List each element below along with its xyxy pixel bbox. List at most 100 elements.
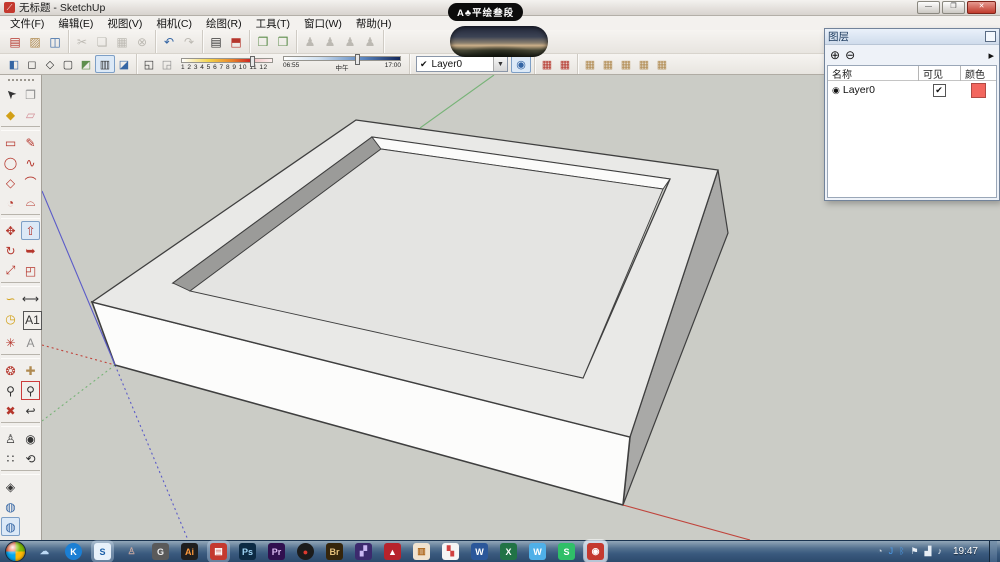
circle-tool[interactable]: ◯ xyxy=(1,153,20,172)
section-plane-tool[interactable]: ⟲ xyxy=(21,449,40,468)
previous-view-tool[interactable]: ↩ xyxy=(21,401,40,420)
zoom-tool[interactable]: ⚲ xyxy=(1,381,20,400)
wireframe-style-button[interactable]: ◇ xyxy=(41,56,59,72)
open-button[interactable]: ▨ xyxy=(25,33,45,51)
menu-help[interactable]: 帮助(H) xyxy=(349,16,399,31)
arc-tool[interactable]: ⌒ xyxy=(21,173,40,192)
taskbar-app-wps[interactable]: W xyxy=(529,543,546,560)
walk-tool[interactable]: ∷ xyxy=(1,449,20,468)
taskbar-app-sogou[interactable]: S xyxy=(94,543,111,560)
taskbar-app-sketchup[interactable]: ◉ xyxy=(587,543,604,560)
scale-tool[interactable]: ⤢ xyxy=(1,261,20,280)
taskbar-app-recorder[interactable]: ● xyxy=(297,543,314,560)
new-button[interactable]: ▤ xyxy=(5,33,25,51)
arc2-tool[interactable]: ⌓ xyxy=(21,193,40,212)
taskbar-app-photoshop[interactable]: Ps xyxy=(239,543,256,560)
shadow-time-slider-handle[interactable] xyxy=(355,54,360,65)
shaded-style-button[interactable]: ◩ xyxy=(77,56,95,72)
layers-panel-close-button[interactable] xyxy=(985,31,996,42)
dimension-tool[interactable]: ⟷ xyxy=(21,289,40,308)
freehand-tool[interactable]: ∿ xyxy=(21,153,40,172)
get-models-button[interactable]: ❒ xyxy=(253,33,273,51)
delete-button[interactable]: ⊗ xyxy=(132,33,152,51)
shadow-toggle-button[interactable]: ◲ xyxy=(158,56,176,72)
from-scratch-button[interactable]: ▦ xyxy=(556,56,574,72)
taskbar-app-acrobat[interactable]: ▲ xyxy=(384,543,401,560)
tray-volume-icon[interactable]: ♪ xyxy=(937,547,942,556)
orbit-view-button[interactable]: ◍ xyxy=(1,497,20,516)
3d-warehouse-button[interactable]: ⬒ xyxy=(226,33,246,51)
close-button[interactable]: ✕ xyxy=(967,1,996,14)
copy-button[interactable]: ❏ xyxy=(92,33,112,51)
xray-style-button[interactable]: ◧ xyxy=(5,56,23,72)
protractor-tool[interactable]: ◷ xyxy=(1,309,20,328)
taskbar-app-sketchup-doc[interactable]: ▤ xyxy=(210,543,227,560)
line-tool[interactable]: ✎ xyxy=(21,133,40,152)
shadow-date-slider[interactable]: 1 2 3 4 5 6 7 8 9 10 11 12 xyxy=(181,58,273,71)
menu-draw[interactable]: 绘图(R) xyxy=(199,16,249,31)
model-tool-3[interactable]: ♟ xyxy=(340,33,360,51)
taskbar-app-illustrator[interactable]: Ai xyxy=(181,543,198,560)
shadow-settings-button[interactable]: ◱ xyxy=(140,56,158,72)
taskbar-app-cloud[interactable]: ☁ xyxy=(36,543,53,560)
tray-overflow-icon[interactable]: ◔ xyxy=(877,547,882,556)
taskbar-app-lightroom[interactable]: ▞ xyxy=(355,543,372,560)
push-pull-tool[interactable]: ⇧ xyxy=(21,221,40,240)
from-contours-button[interactable]: ▦ xyxy=(538,56,556,72)
minimize-button[interactable]: — xyxy=(917,1,940,14)
3d-text-tool[interactable]: A xyxy=(21,333,40,352)
layer-row[interactable]: ◉ Layer0 ✔ xyxy=(828,81,996,99)
drape-button[interactable]: ▦ xyxy=(617,56,635,72)
axes-tool[interactable]: ✳ xyxy=(1,333,20,352)
tape-measure-tool[interactable]: ∽ xyxy=(1,289,20,308)
model-tool-1[interactable]: ♟ xyxy=(300,33,320,51)
show-desktop-button[interactable] xyxy=(989,541,997,562)
smoove-button[interactable]: ▦ xyxy=(581,56,599,72)
layer-visible-checkbox[interactable]: ✔ xyxy=(933,84,946,97)
text-tool[interactable]: A1 xyxy=(23,311,42,330)
layer-color-swatch[interactable] xyxy=(971,83,986,98)
taskbar-clock[interactable]: 19:47 xyxy=(953,546,978,557)
taskbar-app-bridge[interactable]: Br xyxy=(326,543,343,560)
palette-drag-handle[interactable] xyxy=(8,79,34,81)
save-button[interactable]: ◫ xyxy=(45,33,65,51)
offset-tool[interactable]: ◰ xyxy=(21,261,40,280)
restore-button[interactable]: ❐ xyxy=(942,1,965,14)
cut-button[interactable]: ✂ xyxy=(72,33,92,51)
add-detail-button[interactable]: ▦ xyxy=(635,56,653,72)
taskbar-app-premiere[interactable]: Pr xyxy=(268,543,285,560)
tray-downloader-icon[interactable]: J xyxy=(889,547,894,556)
model-tool-2[interactable]: ♟ xyxy=(320,33,340,51)
position-camera-tool[interactable]: ♙ xyxy=(1,429,20,448)
shadow-date-slider-handle[interactable] xyxy=(250,56,255,67)
eraser-tool[interactable]: ▱ xyxy=(21,105,40,124)
shadow-date-slider-bar[interactable] xyxy=(181,58,273,63)
current-layer-radio[interactable]: ◉ xyxy=(832,85,840,96)
look-around-tool[interactable]: ◉ xyxy=(21,429,40,448)
model-tool-4[interactable]: ♟ xyxy=(360,33,380,51)
zoom-extents-tool[interactable]: ✖ xyxy=(1,401,20,420)
back-edges-style-button[interactable]: ◻ xyxy=(23,56,41,72)
taskbar-app-kugou[interactable]: K xyxy=(65,543,82,560)
taskbar-app-excel[interactable]: X xyxy=(500,543,517,560)
follow-me-tool[interactable]: ➥ xyxy=(21,241,40,260)
menu-window[interactable]: 窗口(W) xyxy=(297,16,349,31)
redo-button[interactable]: ↷ xyxy=(179,33,199,51)
print-button[interactable]: ▤ xyxy=(206,33,226,51)
orbit-view-button-2[interactable]: ◍ xyxy=(1,517,20,536)
taskbar-app-archive[interactable]: ▥ xyxy=(413,543,430,560)
menu-view[interactable]: 视图(V) xyxy=(100,16,149,31)
stamp-button[interactable]: ▦ xyxy=(599,56,617,72)
shadow-time-slider[interactable]: 06:55 中午 17:00 xyxy=(283,56,401,72)
taskbar-app-g[interactable]: G xyxy=(152,543,169,560)
orbit-tool[interactable]: ❂ xyxy=(1,361,20,380)
pie-tool[interactable]: ◔ xyxy=(1,193,20,212)
add-layer-button[interactable]: ⊕ xyxy=(830,49,840,61)
taskbar-app-media[interactable]: ▚ xyxy=(442,543,459,560)
shadow-time-slider-bar[interactable] xyxy=(283,56,401,61)
taskbar-app-word[interactable]: W xyxy=(471,543,488,560)
rectangle-tool[interactable]: ▭ xyxy=(1,133,20,152)
undo-button[interactable]: ↶ xyxy=(159,33,179,51)
pan-tool[interactable]: ✚ xyxy=(21,361,40,380)
chevron-down-icon[interactable]: ▼ xyxy=(493,57,507,71)
